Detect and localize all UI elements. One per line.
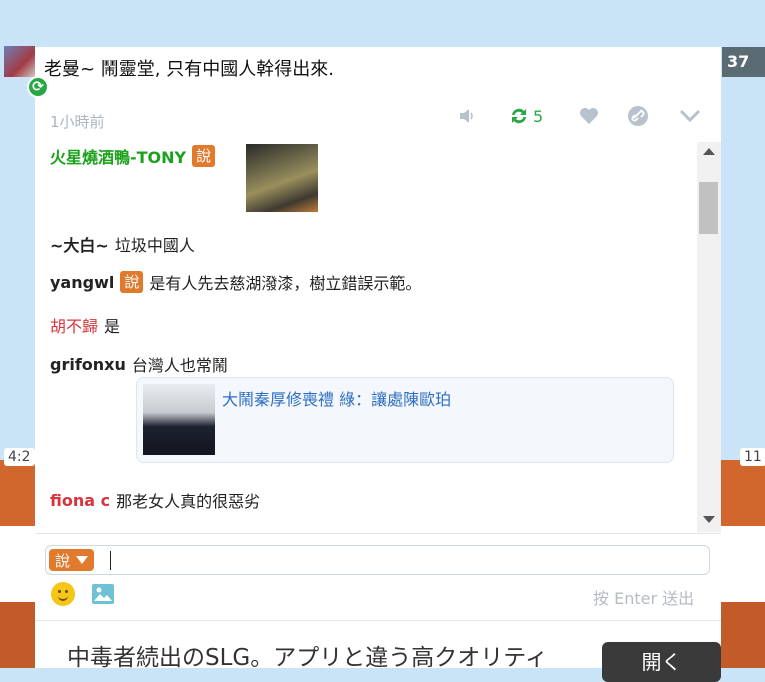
say-badge: 說 <box>192 145 216 167</box>
heart-icon <box>580 108 598 124</box>
comment-text: 是 <box>104 317 121 336</box>
emoji-icon[interactable] <box>51 582 75 606</box>
comment-username[interactable]: grifonxu <box>50 355 126 374</box>
caret-down-icon <box>76 556 89 564</box>
link-thumbnail[interactable] <box>143 384 215 455</box>
list-item: grifonxu 台灣人也常鬧 <box>50 352 228 376</box>
list-item: 胡不歸 是 <box>50 313 120 337</box>
comment-username[interactable]: fiona c <box>50 491 110 510</box>
scroll-up-arrow-icon[interactable] <box>703 148 715 155</box>
list-item: ~大白~ 垃圾中國人 <box>50 232 195 256</box>
post-text: 老曼~ 鬧靈堂, 只有中國人幹得出來. <box>44 59 334 80</box>
divider <box>35 533 721 534</box>
like-button[interactable] <box>578 104 600 128</box>
ad-open-button[interactable]: 開く <box>602 642 721 682</box>
mute-button[interactable] <box>457 104 477 128</box>
scroll-thumb[interactable] <box>699 182 718 234</box>
say-badge: 說 <box>120 271 144 293</box>
image-icon[interactable] <box>91 582 115 606</box>
background-time-left: 4:2 <box>4 448 35 466</box>
reshare-button[interactable]: 5 <box>508 104 543 128</box>
list-item: 火星燒酒鴨-TONY 說 <box>50 144 221 168</box>
link-icon <box>628 106 648 126</box>
comment-username[interactable]: ~大白~ <box>50 232 109 256</box>
more-menu-button[interactable] <box>679 104 701 128</box>
comment-text: 垃圾中國人 <box>114 236 195 255</box>
post-time[interactable]: 1小時前 <box>50 111 105 132</box>
comment-text: 那老女人真的很惡劣 <box>116 492 261 511</box>
comment-list[interactable]: 火星燒酒鴨-TONY 說 ~大白~ 垃圾中國人 yangwl 說 是有人先去慈湖… <box>35 142 697 532</box>
sticker-image[interactable] <box>246 144 318 212</box>
ad-text[interactable]: 中毒者続出のSLG。アプリと違う高クオリティ <box>67 638 548 672</box>
background-time-right: 11 <box>740 448 765 466</box>
comment-text: 是有人先去慈湖潑漆，樹立錯誤示範。 <box>149 274 422 293</box>
background-count: 37 <box>727 52 750 71</box>
comment-text: 台灣人也常鬧 <box>131 356 228 375</box>
comment-input[interactable]: 說 <box>45 545 710 575</box>
text-cursor <box>110 551 111 570</box>
avatar[interactable] <box>4 46 35 77</box>
list-item: fiona c 那老女人真的很惡劣 <box>50 488 260 512</box>
enter-hint: 按 Enter 送出 <box>593 589 695 608</box>
link-preview-card[interactable]: 大鬧秦厚修喪禮 綠：讓處陳歐珀 <box>136 377 674 463</box>
say-dropdown-label: 說 <box>55 551 71 570</box>
say-dropdown[interactable]: 說 <box>49 549 95 571</box>
list-item: yangwl 說 是有人先去慈湖潑漆，樹立錯誤示範。 <box>50 270 421 294</box>
scroll-down-arrow-icon[interactable] <box>703 516 715 523</box>
link-title[interactable]: 大鬧秦厚修喪禮 綠：讓處陳歐珀 <box>222 386 451 410</box>
comment-username[interactable]: 胡不歸 <box>50 313 98 337</box>
divider <box>35 620 721 621</box>
speaker-icon <box>460 109 473 123</box>
reshare-icon <box>512 108 526 124</box>
reshare-count: 5 <box>533 106 544 126</box>
comment-username[interactable]: 火星燒酒鴨-TONY <box>50 144 186 168</box>
chevron-down-icon <box>679 109 701 123</box>
comment-username[interactable]: yangwl <box>50 273 114 292</box>
scrollbar[interactable] <box>697 142 721 532</box>
share-link-button[interactable] <box>627 104 649 128</box>
